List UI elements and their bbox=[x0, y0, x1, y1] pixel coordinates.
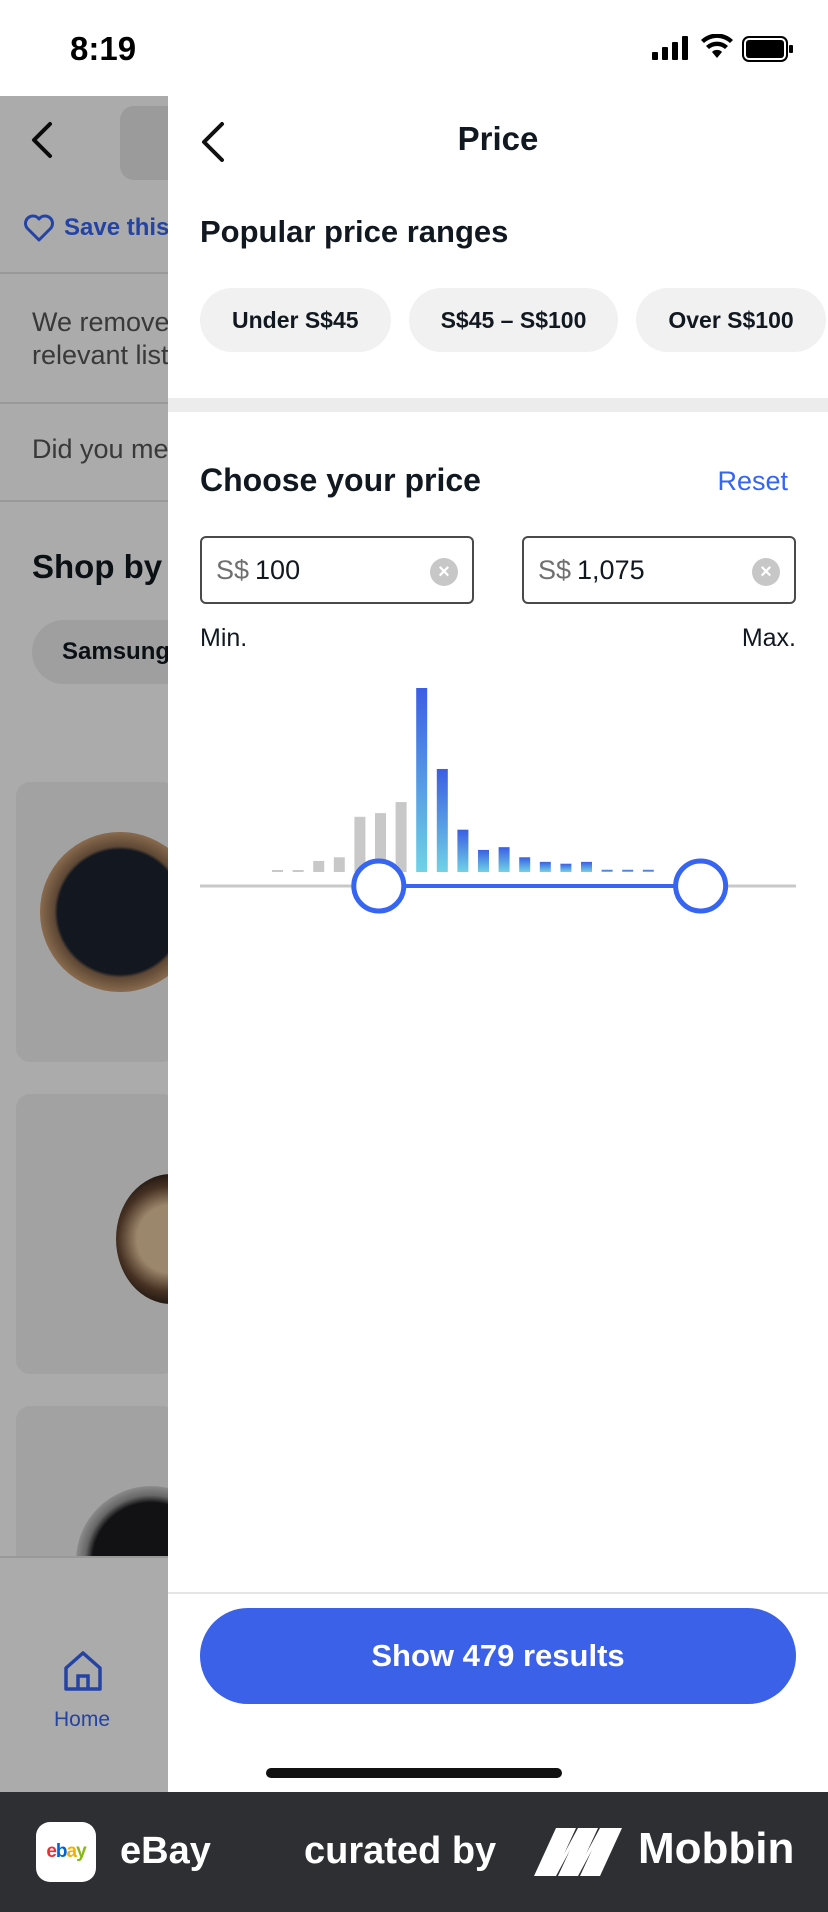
battery-icon bbox=[742, 36, 793, 62]
histogram-bar bbox=[416, 688, 428, 872]
min-price-input[interactable] bbox=[255, 554, 406, 586]
choose-price-heading: Choose your price bbox=[200, 462, 481, 498]
ebay-logo: ebay bbox=[36, 1822, 96, 1882]
min-price-field[interactable]: S$ × bbox=[200, 536, 474, 604]
histogram-bar bbox=[292, 870, 304, 872]
clear-icon[interactable]: × bbox=[430, 558, 458, 586]
histogram-bar bbox=[642, 869, 654, 872]
histogram-bar bbox=[272, 870, 283, 872]
histogram-bar bbox=[457, 829, 469, 872]
cellular-signal-icon bbox=[652, 36, 688, 60]
max-slider-handle[interactable] bbox=[673, 858, 729, 914]
home-indicator bbox=[266, 1768, 562, 1778]
max-label: Max. bbox=[741, 624, 796, 652]
histogram-bar bbox=[560, 863, 572, 872]
chip-over-100[interactable]: Over S$100 bbox=[636, 288, 826, 352]
status-time: 8:19 bbox=[70, 30, 137, 67]
max-price-field[interactable]: S$ × bbox=[522, 536, 796, 604]
histogram-bar bbox=[622, 869, 634, 872]
histogram-bar bbox=[601, 869, 613, 872]
currency-prefix: S$ bbox=[216, 554, 250, 585]
popular-ranges-heading: Popular price ranges bbox=[200, 214, 509, 249]
section-separator bbox=[168, 398, 828, 412]
clear-icon[interactable]: × bbox=[752, 558, 780, 586]
price-histogram bbox=[200, 688, 796, 914]
footer-divider bbox=[168, 1592, 828, 1594]
histogram-bar bbox=[395, 802, 407, 872]
min-label: Min. bbox=[200, 624, 248, 652]
chip-45-to-100[interactable]: S$45 – S$100 bbox=[408, 288, 619, 352]
price-filter-panel: Price Popular price ranges Under S$45 S$… bbox=[168, 96, 828, 1792]
histogram-bar bbox=[581, 861, 592, 872]
popular-ranges-chips: Under S$45 S$45 – S$100 Over S$100 bbox=[200, 288, 826, 352]
curated-by-label: curated by bbox=[304, 1830, 497, 1872]
histogram-bar bbox=[539, 861, 551, 872]
panel-title: Price bbox=[457, 120, 539, 157]
show-results-button[interactable]: Show 479 results bbox=[200, 1608, 796, 1704]
histogram-bar bbox=[313, 860, 325, 872]
brand-footer: ebay eBay curated by Mobbin bbox=[0, 1792, 828, 1912]
min-slider-handle[interactable] bbox=[351, 858, 407, 914]
reset-button[interactable]: Reset bbox=[717, 466, 788, 497]
wifi-icon bbox=[701, 34, 733, 58]
dim-overlay[interactable] bbox=[0, 96, 168, 1792]
histogram-bar bbox=[436, 768, 448, 872]
chip-under-45[interactable]: Under S$45 bbox=[200, 288, 391, 352]
status-bar: 8:19 bbox=[0, 0, 828, 96]
mobbin-logo-icon bbox=[534, 1828, 622, 1876]
app-name: eBay bbox=[120, 1830, 211, 1872]
histogram-bar bbox=[519, 857, 531, 872]
mobbin-wordmark: Mobbin bbox=[638, 1824, 795, 1873]
histogram-bar bbox=[333, 857, 345, 872]
max-price-input[interactable] bbox=[577, 554, 728, 586]
currency-prefix: S$ bbox=[538, 554, 572, 585]
histogram-bar bbox=[498, 847, 510, 872]
histogram-bar bbox=[478, 849, 489, 872]
